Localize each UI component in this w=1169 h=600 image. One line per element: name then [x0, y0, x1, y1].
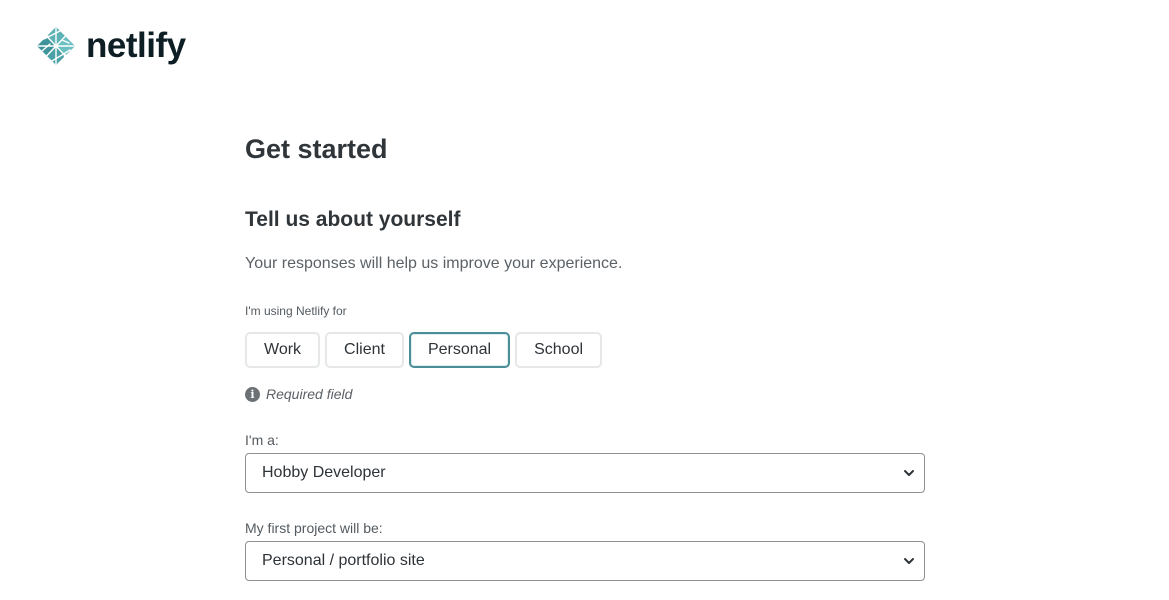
role-label: I'm a: [245, 432, 279, 448]
role-select[interactable]: Hobby Developer [245, 453, 925, 493]
usage-option-school[interactable]: School [515, 332, 603, 368]
usage-label: I'm using Netlify for [245, 304, 347, 318]
info-icon: i [245, 386, 260, 402]
logo-wordmark: netlify [86, 26, 186, 65]
usage-option-client[interactable]: Client [325, 332, 404, 368]
section-description: Your responses will help us improve your… [245, 255, 623, 272]
required-field-text: Required field [266, 386, 353, 402]
usage-choice-group: Work Client Personal School [245, 332, 603, 368]
project-select-value: Personal / portfolio site [262, 552, 425, 569]
usage-option-work[interactable]: Work [245, 332, 321, 368]
required-field-note: i Required field [245, 386, 352, 402]
project-label: My first project will be: [245, 520, 383, 536]
netlify-logo[interactable]: netlify [36, 26, 186, 66]
page-title: Get started [245, 134, 388, 164]
project-select[interactable]: Personal / portfolio site [245, 541, 925, 581]
usage-option-personal[interactable]: Personal [408, 332, 511, 368]
chevron-down-icon [904, 470, 914, 476]
section-title: Tell us about yourself [245, 208, 461, 231]
chevron-down-icon [904, 558, 914, 564]
page: netlify Get started Tell us about yourse… [0, 0, 1169, 600]
role-select-value: Hobby Developer [262, 464, 386, 481]
netlify-logo-icon [37, 27, 75, 65]
